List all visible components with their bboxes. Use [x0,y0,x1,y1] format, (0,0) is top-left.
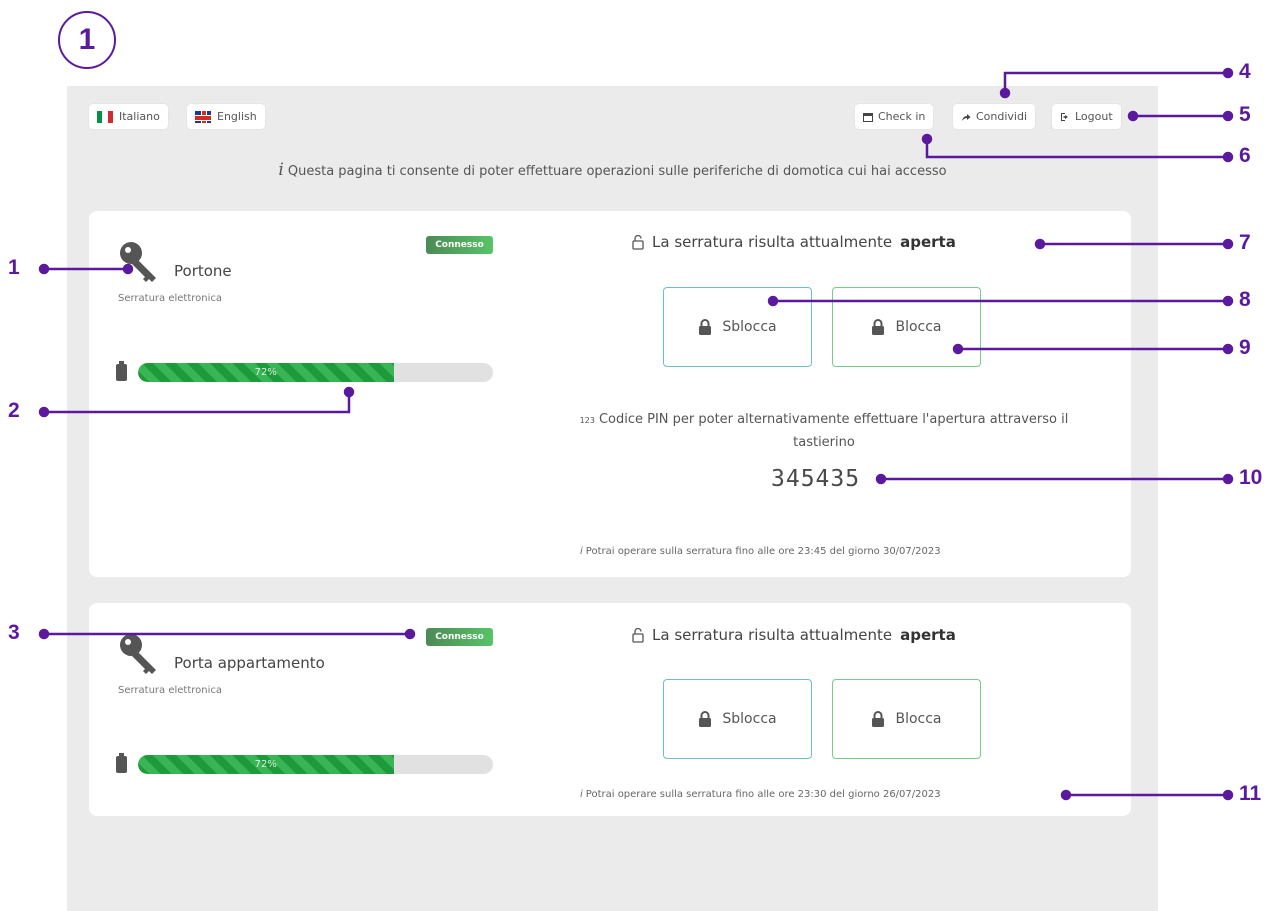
callout-label: 5 [1239,103,1251,126]
callout-label: 10 [1239,466,1263,489]
callout-label: 11 [1239,782,1262,805]
callout-label: 1 [8,256,20,279]
callout-label: 8 [1239,288,1251,311]
callout-label: 2 [8,399,20,422]
callout-label: 4 [1239,60,1251,83]
callout-label: 6 [1239,144,1251,167]
callout-label: 9 [1239,336,1251,359]
callout-lines [38,67,1234,801]
callout-label: 3 [8,621,20,644]
callout-label: 7 [1239,231,1251,254]
